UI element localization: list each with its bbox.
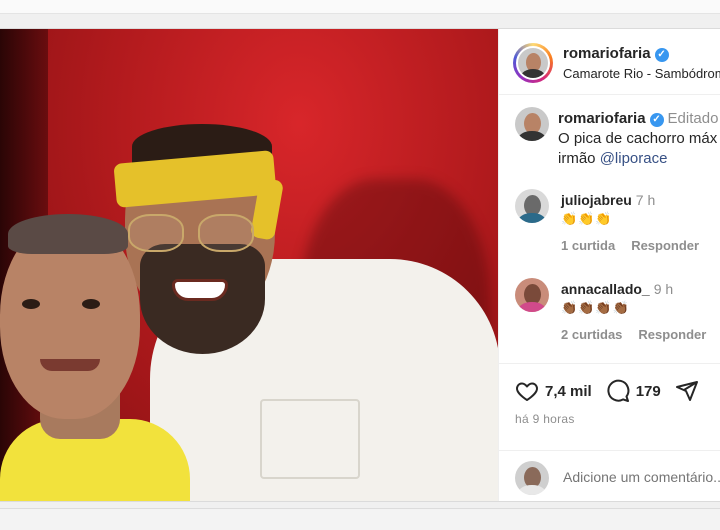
glasses [128, 214, 258, 254]
edited-label: Editado [667, 110, 719, 127]
comment-username[interactable]: annacallado_ 9 h [561, 281, 673, 297]
person-left-hair [8, 214, 128, 254]
comment-username-text[interactable]: annacallado_ [561, 281, 650, 297]
comment-text: 👏👏👏 [561, 211, 613, 226]
comment-username-text[interactable]: juliojabreu [561, 192, 632, 208]
comment-time: 7 h [635, 192, 656, 208]
author-username[interactable]: romariofaria ✓ [563, 45, 669, 62]
post-actions: 7,4 mil 179 há 9 horas [499, 363, 720, 501]
person-left-eye [22, 299, 40, 309]
browser-top-edge [0, 0, 720, 14]
comment-avatar[interactable] [515, 189, 549, 223]
comment-username[interactable]: juliojabreu 7 h [561, 192, 655, 208]
person-left-eye [82, 299, 100, 309]
comment-like-count[interactable]: 1 curtida [561, 238, 615, 253]
person-right-smile [172, 279, 228, 301]
post-photo[interactable] [0, 29, 498, 501]
author-story-ring[interactable] [513, 43, 553, 83]
verified-icon: ✓ [654, 48, 669, 62]
heart-icon[interactable] [515, 379, 539, 403]
action-row: 7,4 mil 179 [515, 378, 699, 404]
comment-avatar[interactable] [515, 278, 549, 312]
current-user-avatar[interactable] [515, 461, 549, 495]
post-caption: romariofaria ✓ Editado O pica de cachorro … [558, 109, 720, 169]
comment-meta: 1 curtida Responder [561, 238, 715, 253]
like-count[interactable]: 7,4 mil [545, 383, 592, 400]
person-left-smile [40, 359, 100, 371]
author-username-text[interactable]: romariofaria [563, 45, 651, 62]
post-side-panel: romariofaria ✓ Camarote Rio - Sambódromo … [498, 29, 720, 501]
author-avatar[interactable] [516, 46, 550, 80]
post-location[interactable]: Camarote Rio - Sambódromo [563, 66, 720, 81]
caption-author-avatar[interactable] [515, 107, 549, 141]
post-header: romariofaria ✓ Camarote Rio - Sambódromo [499, 29, 720, 95]
reply-button[interactable]: Responder [638, 327, 706, 342]
caption-mention-link[interactable]: @liporace [600, 150, 668, 167]
shirt-pocket [260, 399, 360, 479]
comment-icon[interactable] [606, 379, 630, 403]
comment-like-count[interactable]: 2 curtidas [561, 327, 622, 342]
comment-time: 9 h [653, 281, 674, 297]
caption-author-username[interactable]: romariofaria [558, 110, 646, 127]
verified-icon: ✓ [649, 113, 664, 127]
comment-text: 👏🏾👏🏾👏🏾👏🏾 [561, 300, 630, 315]
post-time-ago: há 9 horas [515, 412, 575, 426]
reply-button[interactable]: Responder [631, 238, 699, 253]
comment-meta: 2 curtidas Responder [561, 327, 720, 342]
add-comment-row [499, 450, 720, 501]
caption-line-1: O pica de cachorro máx [558, 130, 718, 147]
comment-count[interactable]: 179 [636, 383, 661, 400]
instagram-post-card: romariofaria ✓ Camarote Rio - Sambódromo … [0, 28, 720, 502]
share-icon[interactable] [675, 379, 699, 403]
browser-bottom-edge [0, 508, 720, 530]
caption-line-2: irmão [558, 150, 600, 167]
add-comment-input[interactable] [563, 469, 720, 485]
